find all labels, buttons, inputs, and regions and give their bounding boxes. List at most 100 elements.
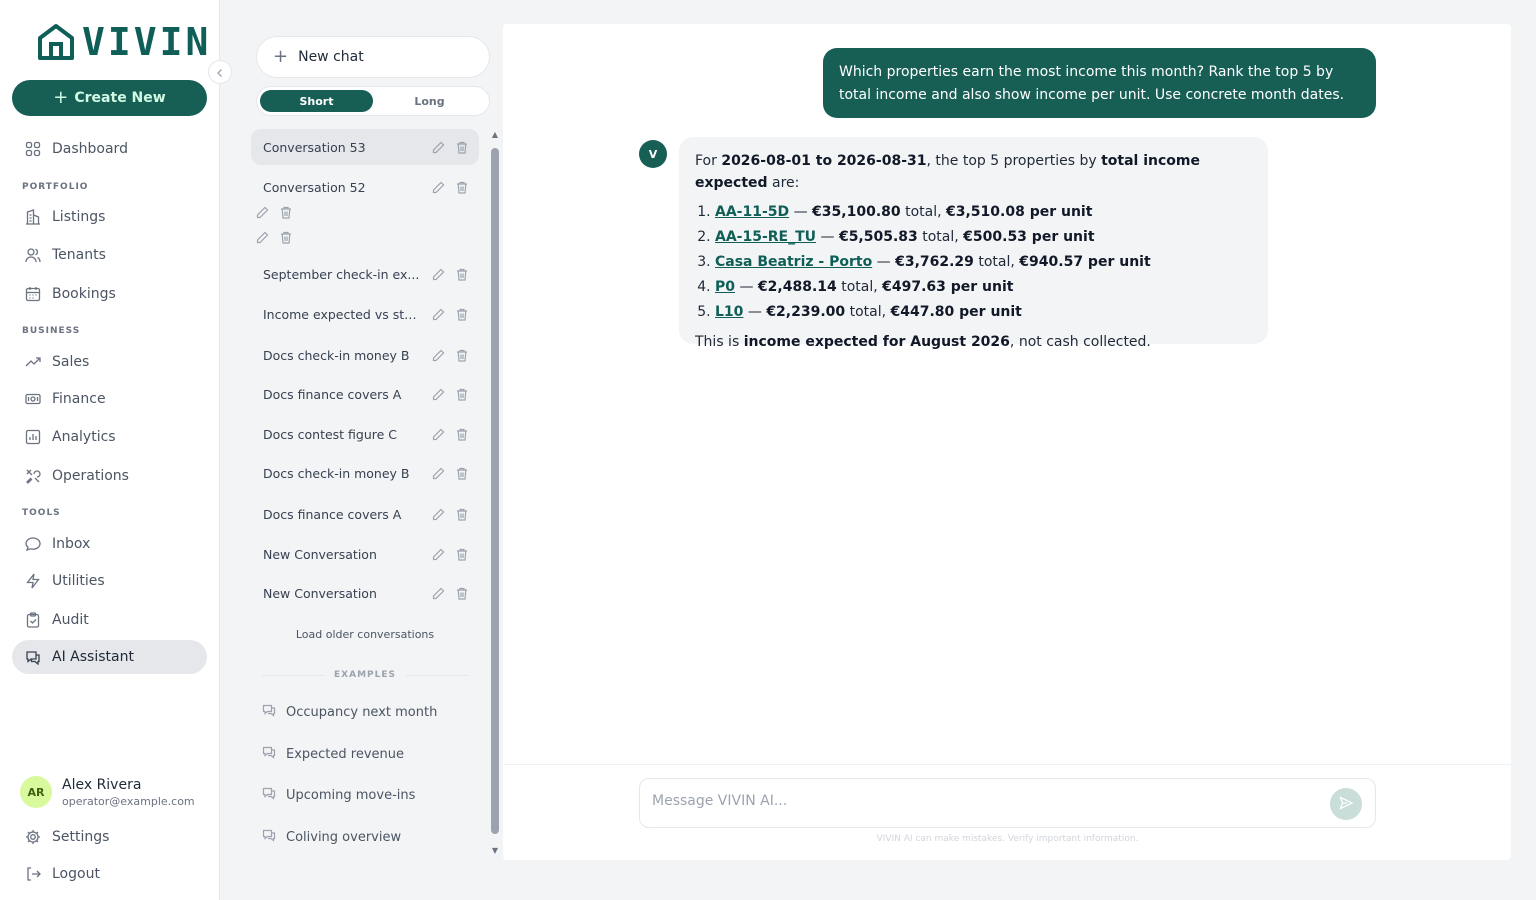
trash-icon[interactable] — [279, 230, 293, 244]
trash-icon[interactable] — [455, 466, 469, 480]
composer-divider — [503, 764, 1511, 765]
toggle-short[interactable]: Short — [260, 90, 373, 112]
user-email: operator@example.com — [62, 794, 195, 808]
pencil-icon[interactable] — [431, 307, 445, 321]
nav-inbox[interactable]: Inbox — [12, 527, 207, 561]
conversation-item[interactable]: New Conversation — [251, 575, 479, 611]
toggle-long[interactable]: Long — [373, 90, 486, 112]
message-composer — [639, 778, 1376, 828]
nav-audit[interactable]: Audit — [12, 603, 207, 637]
property-link[interactable]: AA-15-RE_TU — [715, 229, 816, 245]
nav-ai-assistant[interactable]: AI Assistant — [12, 640, 207, 674]
trash-icon[interactable] — [455, 547, 469, 561]
pencil-icon[interactable] — [431, 348, 445, 362]
logo-text: VIVIN — [82, 20, 212, 64]
example-prompt[interactable]: Occupancy next month — [262, 703, 437, 721]
assistant-intro: For 2026-08-01 to 2026-08-31, the top 5 … — [695, 153, 1200, 191]
trash-icon[interactable] — [455, 267, 469, 281]
trash-icon[interactable] — [455, 586, 469, 600]
scroll-thumb[interactable] — [491, 148, 499, 834]
nav-sales-label: Sales — [52, 354, 90, 370]
nav-listings-label: Listings — [52, 209, 106, 225]
conversation-item[interactable]: Income expected vs sta... — [251, 296, 479, 332]
conversation-scrollbar[interactable]: ▲ ▼ — [490, 130, 500, 860]
nav-settings[interactable]: Settings — [12, 820, 207, 854]
pencil-icon[interactable] — [255, 205, 269, 219]
pencil-icon[interactable] — [431, 427, 445, 441]
conversation-item[interactable]: Conversation 53 — [251, 129, 479, 165]
user-profile[interactable]: AR Alex Rivera operator@example.com — [20, 776, 195, 808]
nav-logout[interactable]: Logout — [12, 857, 207, 891]
scroll-down-arrow[interactable]: ▼ — [490, 846, 500, 855]
clipboard-icon — [24, 611, 42, 629]
property-link[interactable]: P0 — [715, 279, 735, 295]
pencil-icon[interactable] — [431, 507, 445, 521]
nav-finance[interactable]: Finance — [12, 382, 207, 416]
example-label: Expected revenue — [286, 746, 405, 762]
property-link[interactable]: AA-11-5D — [715, 204, 789, 220]
pencil-icon[interactable] — [431, 547, 445, 561]
chat-icon — [262, 828, 276, 846]
trash-icon[interactable] — [455, 387, 469, 401]
plus-icon: + — [273, 46, 289, 67]
nav-listings[interactable]: Listings — [12, 200, 207, 234]
trash-icon[interactable] — [279, 205, 293, 219]
send-button[interactable] — [1330, 788, 1362, 820]
conversation-item-untitled[interactable] — [251, 225, 479, 249]
pencil-icon[interactable] — [431, 466, 445, 480]
building-icon — [24, 208, 42, 226]
pencil-icon[interactable] — [431, 180, 445, 194]
create-new-button[interactable]: + Create New — [12, 80, 207, 116]
nav-sales[interactable]: Sales — [12, 345, 207, 379]
nav-utilities-label: Utilities — [52, 573, 105, 589]
conversation-list: Conversation 53 Conversation 52 Septembe… — [250, 128, 482, 858]
trash-icon[interactable] — [455, 507, 469, 521]
pencil-icon[interactable] — [431, 586, 445, 600]
conversation-item[interactable]: Docs check-in money B — [251, 337, 479, 373]
message-input[interactable] — [652, 793, 1322, 809]
nav-settings-label: Settings — [52, 829, 110, 845]
examples-heading-label: EXAMPLES — [334, 670, 396, 680]
conversation-item[interactable]: Docs check-in money B — [251, 455, 479, 491]
nav-bookings-label: Bookings — [52, 286, 116, 302]
nav-dashboard[interactable]: Dashboard — [12, 132, 207, 166]
conversation-panel: + New chat Short Long Conversation 53 Co… — [250, 30, 499, 860]
property-link[interactable]: Casa Beatriz - Porto — [715, 254, 872, 270]
trash-icon[interactable] — [455, 180, 469, 194]
trash-icon[interactable] — [455, 140, 469, 154]
new-chat-button[interactable]: + New chat — [256, 36, 490, 78]
nav-analytics[interactable]: Analytics — [12, 420, 207, 454]
example-prompt[interactable]: Coliving overview — [262, 828, 401, 846]
conversation-item[interactable]: Docs finance covers A — [251, 376, 479, 412]
collapse-sidebar-button[interactable] — [208, 60, 232, 84]
nav-utilities[interactable]: Utilities — [12, 564, 207, 598]
pencil-icon[interactable] — [255, 230, 269, 244]
conversation-item-untitled[interactable] — [251, 200, 479, 224]
example-prompt[interactable]: Expected revenue — [262, 745, 404, 763]
section-tools: TOOLS — [22, 508, 61, 518]
conversation-item[interactable]: New Conversation — [251, 536, 479, 572]
nav-bookings[interactable]: Bookings — [12, 277, 207, 311]
conversation-title: Docs contest figure C — [263, 426, 398, 442]
pencil-icon[interactable] — [431, 387, 445, 401]
conversation-item[interactable]: September check-in ex... — [251, 256, 479, 292]
create-new-label: Create New — [74, 90, 166, 106]
nav-operations[interactable]: Operations — [12, 459, 207, 493]
example-prompt[interactable]: Upcoming move-ins — [262, 786, 415, 804]
assistant-avatar: V — [639, 140, 667, 168]
logo[interactable]: VIVIN — [36, 22, 211, 62]
nav-tenants[interactable]: Tenants — [12, 238, 207, 272]
load-older-button[interactable]: Load older conversations — [250, 628, 480, 641]
property-link[interactable]: L10 — [715, 304, 743, 320]
scroll-up-arrow[interactable]: ▲ — [490, 130, 500, 139]
ranking-list: AA-11-5D — €35,100.80 total, €3,510.08 p… — [715, 200, 1252, 325]
pencil-icon[interactable] — [431, 140, 445, 154]
pencil-icon[interactable] — [431, 267, 445, 281]
conversation-item[interactable]: Docs contest figure C — [251, 416, 479, 452]
section-business: BUSINESS — [22, 326, 81, 336]
send-icon — [1339, 795, 1354, 814]
conversation-item[interactable]: Docs finance covers A — [251, 496, 479, 532]
trash-icon[interactable] — [455, 307, 469, 321]
trash-icon[interactable] — [455, 348, 469, 362]
trash-icon[interactable] — [455, 427, 469, 441]
